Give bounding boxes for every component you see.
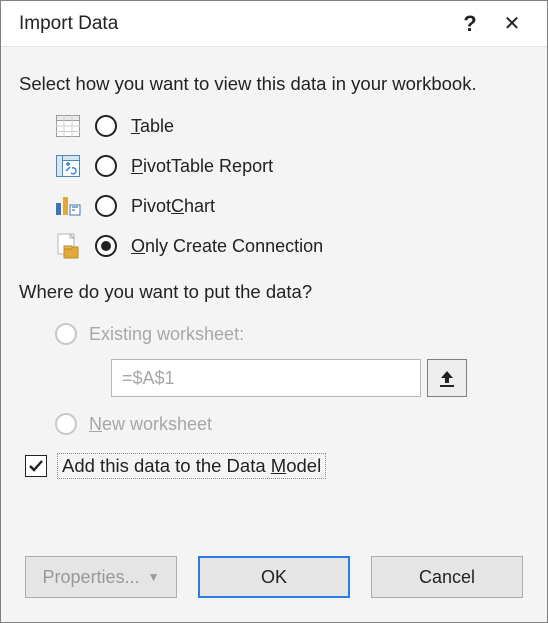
check-icon [27, 457, 45, 475]
radio-table[interactable] [95, 115, 117, 137]
pivotchart-icon [55, 193, 81, 219]
radio-pivotchart[interactable] [95, 195, 117, 217]
option-table-label: Table [131, 116, 174, 137]
option-only-connection-label: Only Create Connection [131, 236, 323, 257]
option-pivotchart-label: PivotChart [131, 196, 215, 217]
existing-worksheet-label: Existing worksheet: [89, 324, 244, 345]
help-button[interactable]: ? [449, 11, 491, 37]
titlebar: Import Data ? ✕ [1, 1, 547, 47]
radio-pivottable[interactable] [95, 155, 117, 177]
close-button[interactable]: ✕ [491, 11, 533, 36]
option-only-connection[interactable]: Only Create Connection [55, 233, 529, 259]
properties-button: Properties...▼ [25, 556, 177, 598]
data-model-label: Add this data to the Data Model [57, 453, 326, 479]
import-data-dialog: Import Data ? ✕ Select how you want to v… [0, 0, 548, 623]
arrow-up-icon [438, 368, 456, 388]
option-pivottable-label: PivotTable Report [131, 156, 273, 177]
radio-existing-worksheet [55, 323, 77, 345]
option-table[interactable]: Table [55, 113, 529, 139]
option-existing-worksheet: Existing worksheet: [55, 323, 529, 345]
option-new-worksheet: New worksheet [55, 413, 529, 435]
radio-new-worksheet [55, 413, 77, 435]
location-options: Existing worksheet: =$A$1 New worksheet [55, 323, 529, 435]
data-model-checkbox[interactable] [25, 455, 47, 477]
table-icon [55, 113, 81, 139]
dialog-body: Select how you want to view this data in… [1, 47, 547, 622]
radio-only-connection[interactable] [95, 235, 117, 257]
location-section-label: Where do you want to put the data? [19, 281, 529, 303]
view-section-label: Select how you want to view this data in… [19, 73, 529, 95]
collapse-dialog-button[interactable] [427, 359, 467, 397]
cancel-button[interactable]: Cancel [371, 556, 523, 598]
data-model-row[interactable]: Add this data to the Data Model [25, 453, 529, 479]
ok-button[interactable]: OK [198, 556, 350, 598]
connection-icon [55, 233, 81, 259]
new-worksheet-label: New worksheet [89, 414, 212, 435]
option-pivottable[interactable]: PivotTable Report [55, 153, 529, 179]
dialog-title: Import Data [19, 13, 449, 35]
reference-input[interactable]: =$A$1 [111, 359, 421, 397]
option-pivotchart[interactable]: PivotChart [55, 193, 529, 219]
pivottable-icon [55, 153, 81, 179]
button-row: Properties...▼ OK Cancel [25, 556, 523, 598]
reference-row: =$A$1 [111, 359, 529, 397]
caret-down-icon: ▼ [148, 570, 160, 584]
view-options: Table PivotTable Report [55, 113, 529, 259]
